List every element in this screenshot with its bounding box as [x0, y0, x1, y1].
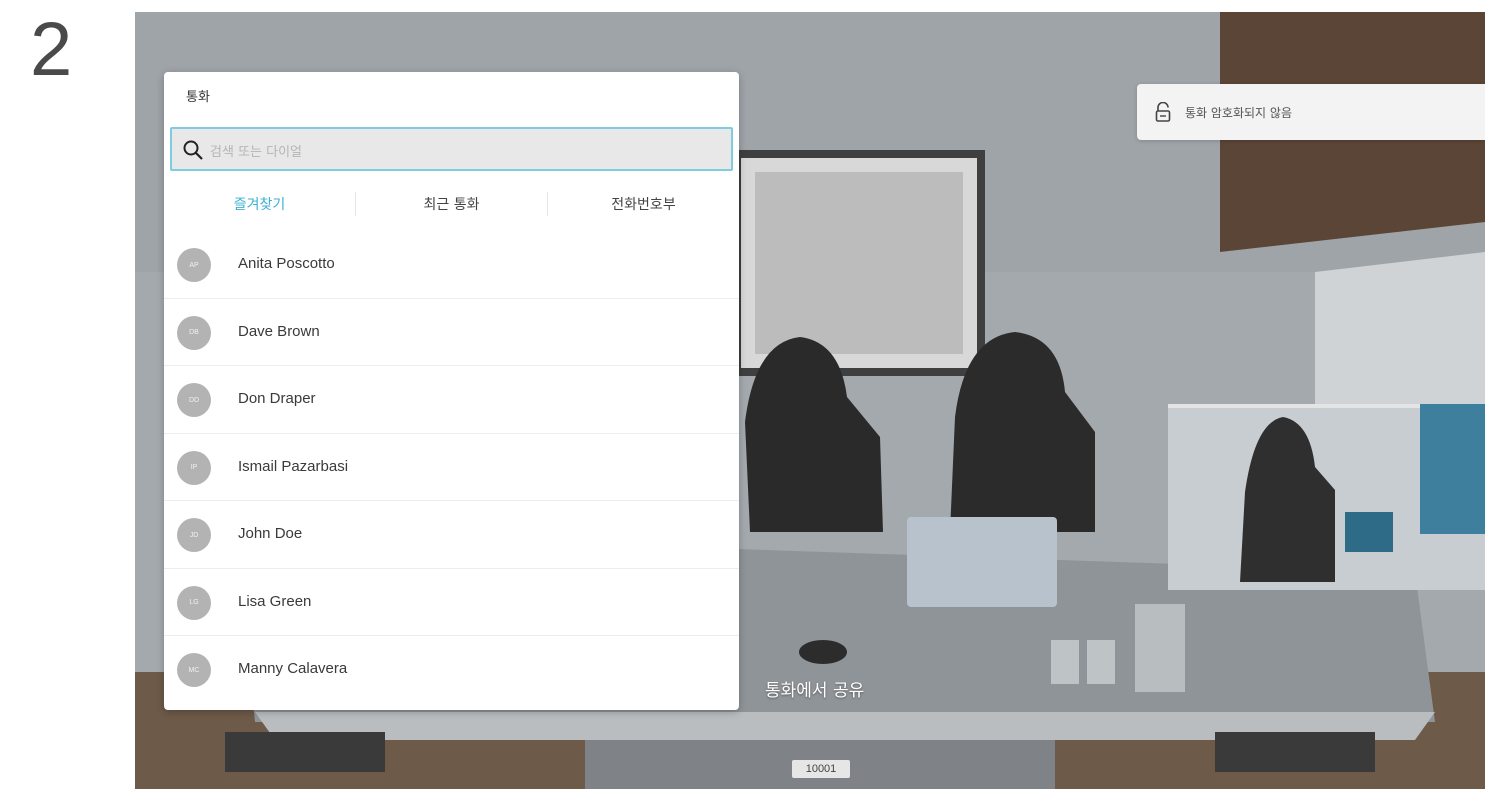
contact-name: John Doe — [238, 525, 303, 542]
list-item[interactable]: JD John Doe — [164, 501, 739, 569]
tab-recent[interactable]: 최근 통화 — [356, 184, 547, 224]
list-item[interactable]: AP Anita Poscotto — [164, 231, 739, 299]
list-item[interactable]: DB Dave Brown — [164, 299, 739, 366]
avatar: JD — [177, 518, 211, 552]
call-panel: 통화 검색 또는 다이얼 즐겨찾기 최근 통화 전화번호부 AP Anita P… — [164, 72, 739, 710]
contact-name: Anita Poscotto — [238, 255, 335, 272]
avatar: LG — [177, 585, 211, 620]
list-item[interactable]: DD Don Draper — [164, 366, 739, 434]
list-item[interactable]: IP Ismail Pazarbasi — [164, 434, 739, 501]
extension-number: 10001 — [792, 760, 850, 778]
contact-name: Don Draper — [238, 390, 316, 407]
search-placeholder: 검색 또는 다이얼 — [210, 145, 302, 160]
tab-directory[interactable]: 전화번호부 — [548, 184, 739, 224]
contact-list: AP Anita Poscotto DB Dave Brown DD Don D… — [164, 231, 739, 704]
avatar: MC — [177, 653, 211, 687]
contact-name: Dave Brown — [238, 322, 320, 340]
step-number: 2 — [30, 7, 73, 92]
panel-title: 통화 — [186, 90, 210, 105]
encryption-text: 통화 암호화되지 않음 — [1185, 106, 1292, 120]
list-item[interactable]: LG Lisa Green — [164, 569, 739, 636]
list-item[interactable]: MC Manny Calavera — [164, 636, 739, 704]
contact-name: Ismail Pazarbasi — [238, 457, 349, 475]
contact-name: Lisa Green — [238, 592, 312, 610]
tab-bar: 즐겨찾기 최근 통화 전화번호부 — [164, 184, 739, 224]
avatar: AP — [177, 248, 211, 282]
lock-open-icon — [1155, 102, 1171, 122]
share-in-call-label: 통화에서 공유 — [765, 681, 865, 701]
avatar: DD — [177, 383, 211, 417]
tab-favorites[interactable]: 즐겨찾기 — [164, 184, 355, 224]
avatar: DB — [177, 315, 211, 350]
contact-name: Manny Calavera — [238, 660, 348, 677]
search-icon — [183, 140, 203, 160]
avatar: IP — [177, 450, 211, 485]
search-input[interactable]: 검색 또는 다이얼 — [170, 127, 733, 171]
encryption-status: 통화 암호화되지 않음 — [1137, 84, 1485, 140]
